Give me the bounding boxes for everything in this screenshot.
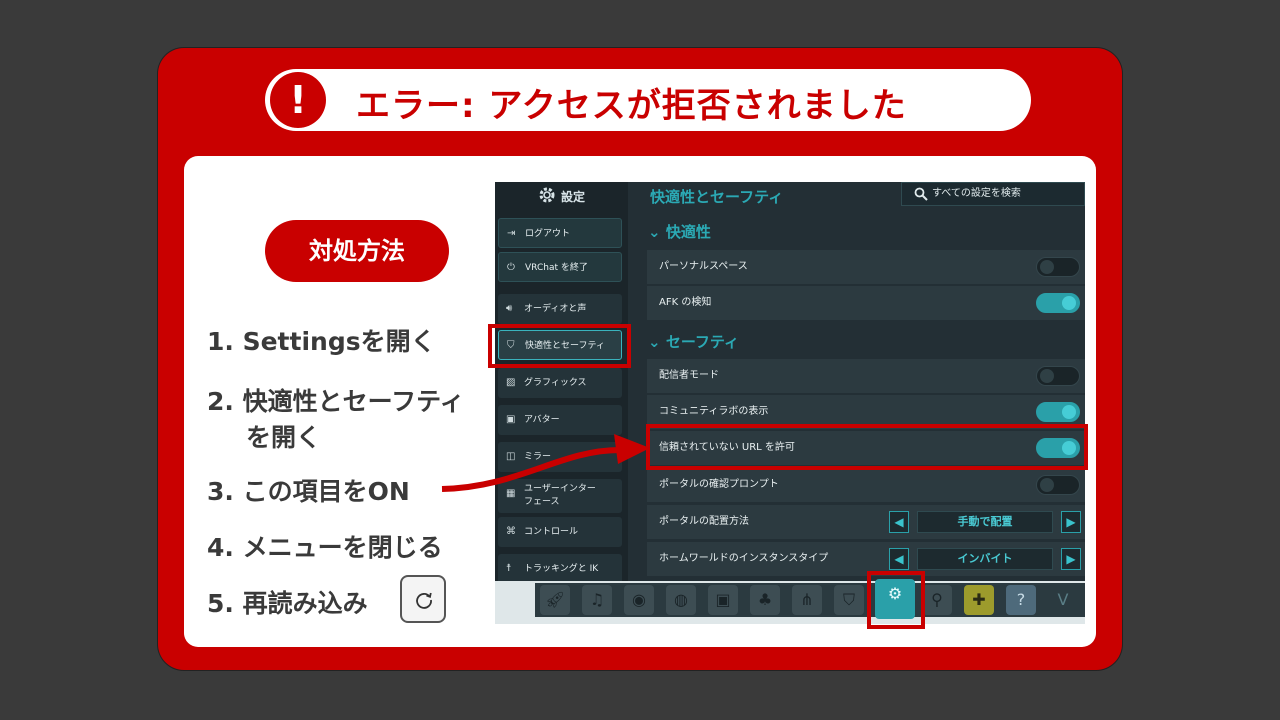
pointer-arrow (441, 434, 650, 492)
